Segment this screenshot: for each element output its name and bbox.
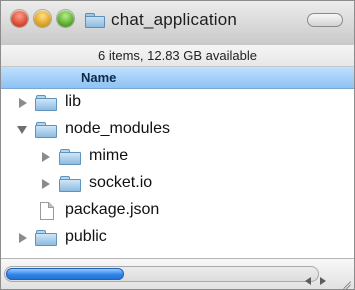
document-icon (40, 202, 54, 220)
folder-icon (35, 230, 57, 246)
item-label: public (65, 228, 107, 245)
folder-icon (59, 176, 81, 192)
folder-icon (35, 95, 57, 111)
chevron-right-icon (320, 277, 326, 285)
column-header-label: Name (81, 70, 117, 85)
window-title-area: chat_application (85, 8, 237, 32)
horizontal-scrollbar[interactable] (4, 266, 326, 285)
disclosure-right-icon[interactable] (42, 179, 50, 189)
item-label: socket.io (89, 174, 153, 191)
list-item[interactable]: package.json (1, 197, 354, 224)
title-bar: chat_application (1, 1, 354, 46)
item-label: lib (65, 93, 82, 110)
window-title: chat_application (111, 10, 238, 29)
item-label: mime (89, 147, 129, 164)
file-list: lib node_modules mime socket.io package.… (1, 89, 354, 261)
status-text: 6 items, 12.83 GB available (98, 48, 257, 63)
disclosure-right-icon[interactable] (19, 233, 27, 243)
disclosure-down-icon[interactable] (17, 126, 27, 134)
item-label: node_modules (65, 120, 170, 137)
folder-icon (35, 122, 57, 138)
list-item[interactable]: mime (1, 143, 354, 170)
footer-bar (1, 258, 354, 289)
resize-grip-icon[interactable] (335, 269, 351, 285)
column-header-name[interactable]: Name (1, 67, 354, 89)
folder-icon (85, 12, 105, 28)
toolbar-toggle-button[interactable] (307, 13, 343, 27)
status-bar: 6 items, 12.83 GB available (1, 45, 354, 67)
minimize-window-button[interactable] (34, 10, 51, 27)
scroll-left-button[interactable] (302, 274, 314, 288)
list-item[interactable]: node_modules (1, 116, 354, 143)
zoom-window-button[interactable] (57, 10, 74, 27)
scrollbar-thumb[interactable] (6, 268, 124, 280)
scroll-right-button[interactable] (316, 274, 328, 288)
finder-window: chat_application 6 items, 12.83 GB avail… (0, 0, 355, 290)
chevron-left-icon (305, 277, 311, 285)
disclosure-right-icon[interactable] (42, 152, 50, 162)
folder-icon (59, 149, 81, 165)
item-label: package.json (65, 201, 160, 218)
list-item[interactable]: lib (1, 89, 354, 116)
list-item[interactable]: socket.io (1, 170, 354, 197)
close-window-button[interactable] (11, 10, 28, 27)
list-item[interactable]: public (1, 224, 354, 251)
disclosure-right-icon[interactable] (19, 98, 27, 108)
